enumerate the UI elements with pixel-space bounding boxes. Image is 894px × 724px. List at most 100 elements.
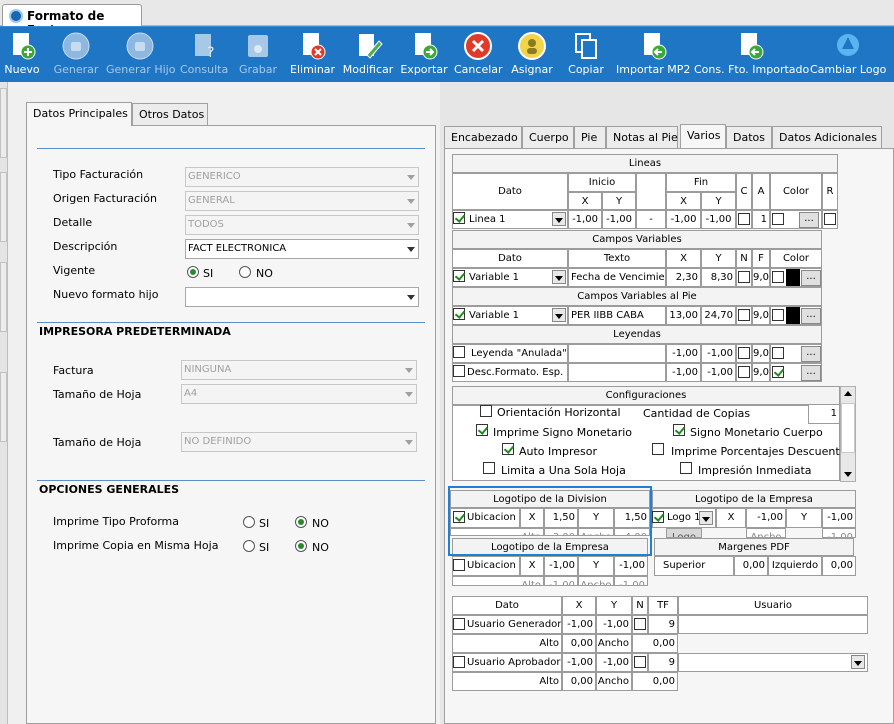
usuario-generador-x[interactable]: -1,00 bbox=[562, 615, 596, 634]
tab-datos-principales[interactable]: Datos Principales bbox=[26, 102, 132, 126]
logo-button[interactable]: Logo bbox=[666, 528, 702, 538]
campo-n-checkbox[interactable] bbox=[738, 271, 750, 283]
chevron-down-icon[interactable] bbox=[552, 212, 566, 226]
copia-si-radio[interactable] bbox=[243, 540, 255, 552]
linea-fy[interactable]: -1,00 bbox=[701, 210, 736, 229]
generar-button[interactable]: Generar bbox=[52, 27, 100, 83]
side-strip-item[interactable] bbox=[0, 262, 7, 332]
logo-empresa-checkbox[interactable] bbox=[652, 511, 664, 523]
chevron-down-icon[interactable] bbox=[552, 308, 566, 322]
tab-datos-adicionales[interactable]: Datos Adicionales bbox=[772, 126, 882, 148]
usuario-generador-ancho[interactable]: 0,00 bbox=[632, 634, 678, 653]
logo-empresa-y[interactable]: -1,00 bbox=[822, 508, 856, 528]
usuario-generador-alto[interactable]: 0,00 bbox=[562, 634, 596, 653]
config-scrollbar[interactable] bbox=[840, 386, 856, 482]
side-strip-item[interactable] bbox=[0, 172, 7, 242]
usuario-generador-n-checkbox[interactable] bbox=[634, 618, 646, 630]
campo-f[interactable]: 9,0 bbox=[752, 268, 770, 287]
consulta-button[interactable]: ? Consulta bbox=[180, 27, 228, 83]
pie-n-checkbox[interactable] bbox=[738, 309, 750, 321]
usuario-aprobador-ancho[interactable]: 0,00 bbox=[632, 672, 678, 691]
cantidad-copias-input[interactable]: 1 bbox=[808, 404, 840, 424]
scroll-thumb[interactable] bbox=[841, 403, 855, 453]
leyenda-anulada-y[interactable]: -1,00 bbox=[701, 344, 736, 363]
linea-row-checkbox[interactable] bbox=[453, 212, 465, 224]
usuario-aprobador-checkbox[interactable] bbox=[453, 656, 465, 668]
usuario-generador-checkbox[interactable] bbox=[453, 618, 465, 630]
auto-impresor-checkbox[interactable] bbox=[502, 443, 514, 455]
proforma-si-radio[interactable] bbox=[243, 516, 255, 528]
scroll-up-icon[interactable] bbox=[844, 391, 852, 396]
exportar-button[interactable]: Exportar bbox=[400, 27, 448, 83]
logo-empresa-x[interactable]: -1,00 bbox=[746, 508, 786, 528]
document-tab[interactable]: Formato de Factura bbox=[2, 4, 142, 37]
vigente-no-radio[interactable] bbox=[239, 266, 251, 278]
leyenda-desc-x[interactable]: -1,00 bbox=[666, 363, 701, 382]
campo-x[interactable]: 2,30 bbox=[666, 268, 701, 287]
tab-cuerpo[interactable]: Cuerpo bbox=[522, 126, 574, 148]
proforma-no-radio[interactable] bbox=[295, 516, 307, 528]
usuario-aprobador-x[interactable]: -1,00 bbox=[562, 653, 596, 672]
linea-iy[interactable]: -1,00 bbox=[602, 210, 636, 229]
usuario-aprobador-alto[interactable]: 0,00 bbox=[562, 672, 596, 691]
copiar-button[interactable]: Copiar bbox=[564, 27, 608, 83]
detalle-select[interactable]: TODOS bbox=[185, 215, 419, 235]
leyenda-desc-y[interactable]: -1,00 bbox=[701, 363, 736, 382]
campo-texto[interactable]: Fecha de Vencimien bbox=[568, 268, 666, 287]
leyenda-anulada[interactable]: Leyenda "Anulada" bbox=[452, 344, 568, 363]
campo-y[interactable]: 8,30 bbox=[701, 268, 736, 287]
usuario-aprobador-y[interactable]: -1,00 bbox=[596, 653, 632, 672]
linea-r-checkbox[interactable] bbox=[824, 213, 836, 225]
leyenda-color-checkbox[interactable] bbox=[772, 366, 784, 378]
logo-empresa-2-checkbox[interactable] bbox=[453, 559, 465, 571]
nuevo-formato-hijo-select[interactable] bbox=[185, 287, 419, 307]
tab-datos[interactable]: Datos bbox=[726, 126, 772, 148]
signo-cuerpo-checkbox[interactable] bbox=[673, 424, 685, 436]
grabar-button[interactable]: Grabar bbox=[236, 27, 280, 83]
scroll-down-icon[interactable] bbox=[844, 472, 852, 477]
linea-a[interactable]: 1 bbox=[752, 210, 770, 229]
leyenda-desc-formato[interactable]: Desc.Formato. Esp. bbox=[452, 363, 568, 382]
logo-empresa-ancho[interactable]: -1,00 bbox=[822, 528, 856, 538]
logo-empresa-2-x[interactable]: -1,00 bbox=[544, 556, 578, 576]
margen-izquierdo[interactable]: 0,00 bbox=[822, 556, 856, 576]
copia-no-radio[interactable] bbox=[295, 540, 307, 552]
tab-notas-al-pie[interactable]: Notas al Pie bbox=[606, 126, 678, 148]
limita-hoja-checkbox[interactable] bbox=[483, 462, 495, 474]
campo-row-checkbox[interactable] bbox=[453, 270, 465, 282]
usuario-generador-y[interactable]: -1,00 bbox=[596, 615, 632, 634]
leyenda-anulada-x[interactable]: -1,00 bbox=[666, 344, 701, 363]
side-strip-item[interactable] bbox=[0, 372, 7, 442]
origen-facturacion-select[interactable]: GENERAL bbox=[185, 191, 419, 211]
leyenda-anulada-checkbox[interactable] bbox=[453, 346, 465, 358]
linea-ix[interactable]: -1,00 bbox=[568, 210, 602, 229]
leyenda-desc-checkbox[interactable] bbox=[453, 365, 465, 377]
chevron-down-icon[interactable] bbox=[552, 270, 566, 284]
pie-y[interactable]: 24,70 bbox=[701, 306, 736, 325]
color-picker-button[interactable]: ... bbox=[801, 308, 821, 324]
vigente-si-radio[interactable] bbox=[187, 266, 199, 278]
tipo-facturacion-select[interactable]: GENERICO bbox=[185, 167, 419, 187]
linea-row-dato[interactable]: Linea 1 bbox=[452, 210, 568, 229]
color-picker-button[interactable]: ... bbox=[799, 212, 819, 228]
pie-color-checkbox[interactable] bbox=[772, 309, 784, 321]
nuevo-button[interactable]: Nuevo bbox=[2, 27, 42, 83]
tab-varios[interactable]: Varios bbox=[680, 124, 726, 148]
usuario-aprobador-n-checkbox[interactable] bbox=[634, 656, 646, 668]
leyenda-desc-f[interactable]: 9,0 bbox=[752, 363, 770, 382]
leyenda-n-checkbox[interactable] bbox=[738, 347, 750, 359]
asignar-button[interactable]: Asignar bbox=[510, 27, 554, 83]
logo-empresa-2-ancho[interactable]: -1,00 bbox=[614, 576, 648, 586]
descripcion-select[interactable]: FACT ELECTRONICA bbox=[185, 239, 419, 259]
leyenda-color-checkbox[interactable] bbox=[772, 347, 784, 359]
cambiar-logo-button[interactable]: Cambiar Logo bbox=[810, 27, 886, 83]
pie-row-dato[interactable]: Variable 1 bbox=[452, 306, 568, 325]
usuario-generador-usuario[interactable] bbox=[678, 615, 868, 634]
eliminar-button[interactable]: Eliminar bbox=[290, 27, 335, 83]
leyenda-n-checkbox[interactable] bbox=[738, 366, 750, 378]
cancelar-button[interactable]: Cancelar bbox=[454, 27, 503, 83]
campo-row-dato[interactable]: Variable 1 bbox=[452, 268, 568, 287]
tab-otros-datos[interactable]: Otros Datos bbox=[132, 103, 208, 125]
pie-texto[interactable]: PER IIBB CABA bbox=[568, 306, 666, 325]
signo-monetario-checkbox[interactable] bbox=[476, 424, 488, 436]
